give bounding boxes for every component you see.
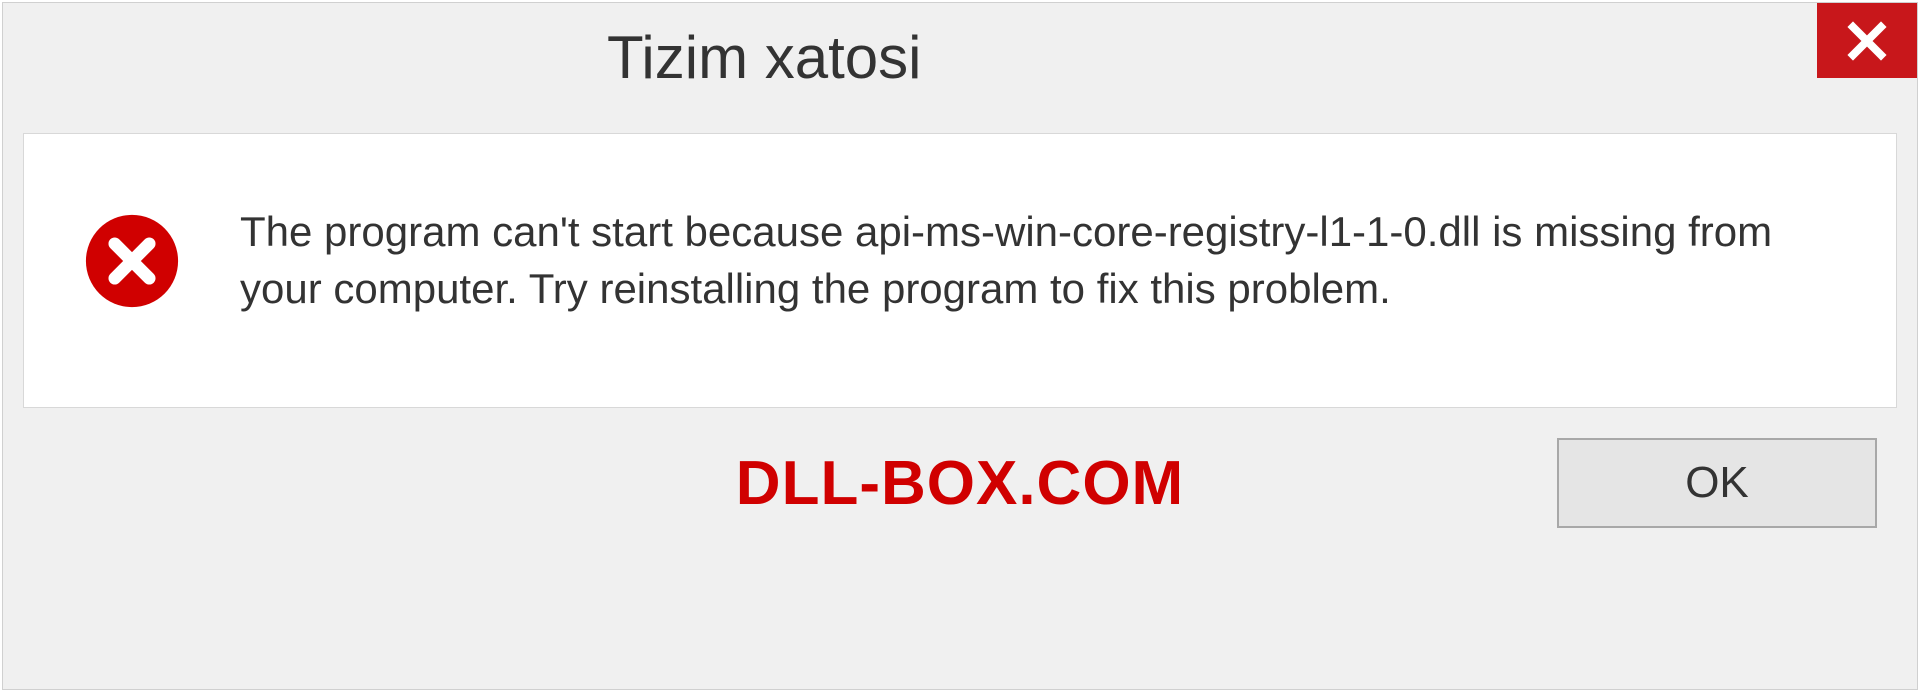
- dialog-title: Tizim xatosi: [607, 23, 921, 92]
- titlebar: Tizim xatosi: [3, 3, 1917, 123]
- dialog-footer: DLL-BOX.COM OK: [3, 428, 1917, 558]
- close-button[interactable]: [1817, 3, 1917, 78]
- ok-button[interactable]: OK: [1557, 438, 1877, 528]
- content-panel: The program can't start because api-ms-w…: [23, 133, 1897, 408]
- close-icon: [1846, 20, 1888, 62]
- error-message: The program can't start because api-ms-w…: [240, 204, 1820, 317]
- watermark-text: DLL-BOX.COM: [736, 448, 1184, 519]
- error-dialog: Tizim xatosi The program can't start bec…: [2, 2, 1918, 690]
- error-icon: [84, 213, 180, 309]
